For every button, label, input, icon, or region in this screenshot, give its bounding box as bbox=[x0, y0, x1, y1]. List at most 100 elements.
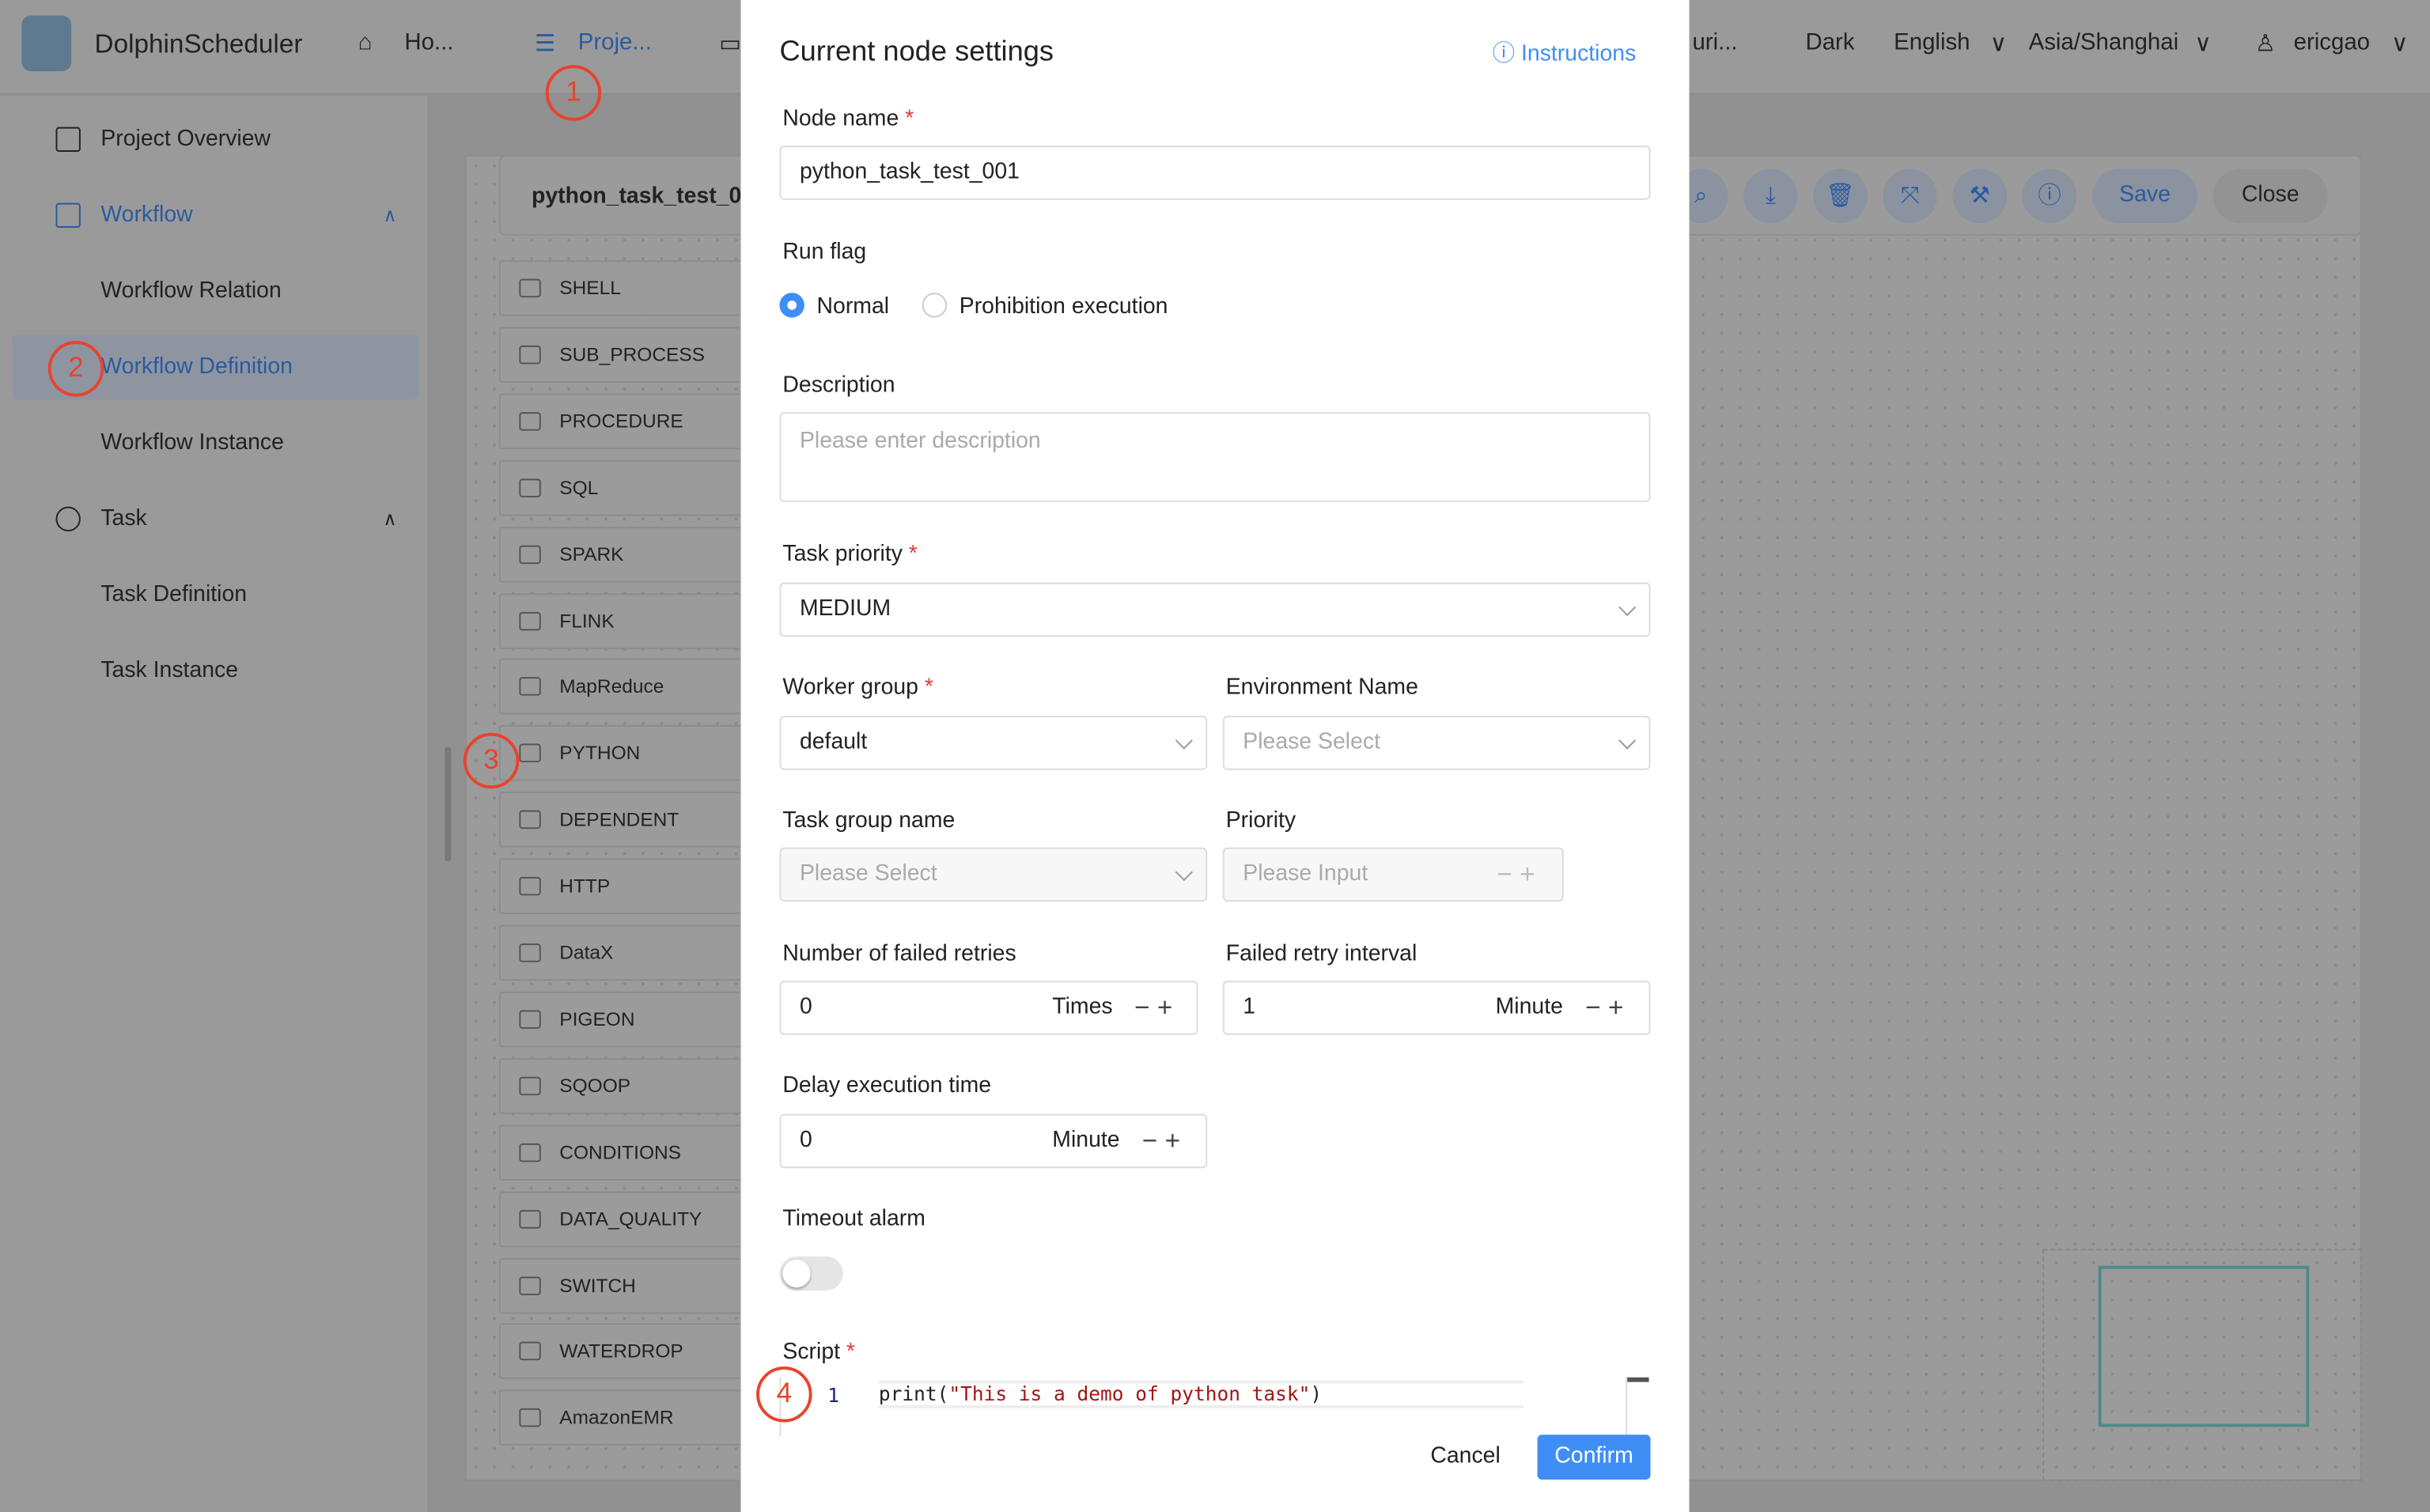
project-icon[interactable]: ☰ bbox=[535, 29, 555, 57]
retries-input[interactable]: 0 Times − + bbox=[779, 981, 1198, 1035]
task-type-icon bbox=[519, 943, 541, 962]
delay-input[interactable]: 0 Minute − + bbox=[779, 1113, 1208, 1169]
palette-item-procedure[interactable]: PROCEDURE bbox=[498, 393, 748, 449]
palette-item-waterdrop[interactable]: WATERDROP bbox=[498, 1323, 748, 1380]
radio-unchecked-icon bbox=[922, 293, 948, 318]
script-editor[interactable]: 1 print("This is a demo of python task") bbox=[779, 1377, 1650, 1437]
sidebar-item-project-overview[interactable]: Project Overview bbox=[13, 107, 418, 172]
task-type-icon bbox=[519, 1143, 541, 1162]
description-label: Description bbox=[782, 373, 895, 399]
palette-item-http[interactable]: HTTP bbox=[498, 858, 748, 915]
workflow-icon bbox=[55, 202, 81, 229]
minimap[interactable] bbox=[2042, 1249, 2362, 1481]
confirm-button[interactable]: Confirm bbox=[1537, 1435, 1651, 1480]
task-type-icon bbox=[519, 743, 541, 763]
priority-input[interactable]: Please Input − + bbox=[1222, 847, 1564, 902]
gear-icon bbox=[55, 506, 81, 532]
timezone-select[interactable]: Asia/Shanghai bbox=[2029, 29, 2179, 55]
task-type-icon bbox=[519, 1408, 541, 1428]
format-icon[interactable]: ⚒ bbox=[1952, 168, 2008, 224]
nav-project[interactable]: Proje... bbox=[578, 29, 652, 55]
close-button[interactable]: Close bbox=[2212, 168, 2328, 224]
language-select[interactable]: English bbox=[1894, 29, 1970, 55]
annotation-marker: 3 bbox=[463, 732, 520, 789]
chevron-down-icon[interactable]: ∨ bbox=[2391, 29, 2409, 57]
worker-group-select[interactable]: default bbox=[779, 716, 1208, 770]
download-icon[interactable]: ⤓ bbox=[1743, 168, 1798, 224]
scrollbar[interactable] bbox=[445, 747, 452, 862]
sidebar-item-workflow-instance[interactable]: Workflow Instance bbox=[13, 410, 418, 475]
environment-select[interactable]: Please Select bbox=[1222, 716, 1651, 770]
sidebar-item-workflow-relation[interactable]: Workflow Relation bbox=[13, 259, 418, 323]
radio-prohibition[interactable]: Prohibition execution bbox=[922, 293, 1168, 319]
user-menu[interactable]: ericgao bbox=[2294, 29, 2370, 55]
delete-icon[interactable]: 🗑 bbox=[1813, 168, 1868, 224]
palette-item-sqoop[interactable]: SQOOP bbox=[498, 1057, 748, 1114]
task-type-icon bbox=[519, 411, 541, 431]
sidebar-item-workflow[interactable]: Workflow ∧ bbox=[13, 183, 418, 248]
task-type-icon bbox=[519, 345, 541, 365]
palette-item-switch[interactable]: SWITCH bbox=[498, 1257, 748, 1314]
task-group-label: Task group name bbox=[782, 808, 956, 834]
task-priority-label: Task priority * bbox=[782, 542, 918, 568]
fullscreen-icon[interactable]: ⤧ bbox=[1883, 168, 1937, 224]
task-type-icon bbox=[519, 1010, 541, 1029]
folder-icon[interactable]: ▭ bbox=[719, 29, 741, 57]
task-type-icon bbox=[519, 1342, 541, 1361]
task-priority-select[interactable]: MEDIUM bbox=[779, 582, 1651, 637]
home-icon[interactable]: ⌂ bbox=[358, 29, 373, 55]
palette-item-datax[interactable]: DataX bbox=[498, 924, 748, 981]
description-textarea[interactable]: Please enter description bbox=[779, 412, 1651, 502]
palette-item-python[interactable]: PYTHON bbox=[498, 725, 748, 782]
palette-item-sub_process[interactable]: SUB_PROCESS bbox=[498, 327, 748, 383]
save-button[interactable]: Save bbox=[2091, 168, 2198, 224]
task-type-icon bbox=[519, 278, 541, 298]
environment-label: Environment Name bbox=[1225, 675, 1418, 701]
palette-item-pigeon[interactable]: PIGEON bbox=[498, 991, 748, 1048]
run-flag-label: Run flag bbox=[782, 240, 867, 266]
annotation-marker: 2 bbox=[47, 341, 104, 397]
palette-item-sql[interactable]: SQL bbox=[498, 459, 748, 516]
user-icon: ♙ bbox=[2254, 31, 2276, 58]
palette-item-shell[interactable]: SHELL bbox=[498, 260, 748, 316]
info-icon[interactable]: ⓘ bbox=[2022, 168, 2077, 224]
palette-item-conditions[interactable]: CONDITIONS bbox=[498, 1124, 748, 1181]
stepper-icon[interactable]: − + bbox=[1585, 982, 1623, 1034]
node-name-input[interactable]: python_task_test_001 bbox=[779, 146, 1651, 200]
task-type-icon bbox=[519, 1209, 541, 1228]
palette-item-mapreduce[interactable]: MapReduce bbox=[498, 659, 748, 715]
annotation-marker: 4 bbox=[756, 1366, 812, 1423]
sidebar-item-task[interactable]: Task ∧ bbox=[13, 486, 418, 551]
radio-normal[interactable]: Normal bbox=[779, 293, 889, 319]
chevron-down-icon[interactable]: ∨ bbox=[2194, 29, 2212, 57]
sidebar: Project Overview Workflow ∧ Workflow Rela… bbox=[0, 96, 430, 1512]
nav-home[interactable]: Ho... bbox=[404, 29, 453, 55]
task-group-select[interactable]: Please Select bbox=[779, 847, 1208, 902]
annotation-marker: 1 bbox=[545, 65, 602, 121]
palette-item-flink[interactable]: FLINK bbox=[498, 592, 748, 648]
cancel-button[interactable]: Cancel bbox=[1430, 1444, 1500, 1469]
palette-item-dependent[interactable]: DEPENDENT bbox=[498, 792, 748, 849]
sidebar-item-task-definition[interactable]: Task Definition bbox=[13, 562, 418, 627]
stepper-icon[interactable]: − + bbox=[1134, 982, 1172, 1034]
timeout-toggle[interactable] bbox=[779, 1256, 843, 1291]
task-type-icon bbox=[519, 811, 541, 830]
task-type-icon bbox=[519, 877, 541, 896]
chevron-down-icon[interactable]: ∨ bbox=[1990, 29, 2008, 57]
instructions-link[interactable]: ⓘ Instructions bbox=[1493, 36, 1637, 68]
palette-item-spark[interactable]: SPARK bbox=[498, 526, 748, 582]
sidebar-item-task-instance[interactable]: Task Instance bbox=[13, 638, 418, 703]
help-icon: ⓘ bbox=[1492, 41, 1522, 67]
retry-interval-label: Failed retry interval bbox=[1225, 942, 1418, 967]
task-palette: SHELL SUB_PROCESS PROCEDURE SQL SPARK FLINK Ma… bbox=[498, 260, 748, 1453]
stepper-icon[interactable]: − + bbox=[1497, 849, 1535, 901]
theme-toggle[interactable]: Dark bbox=[1805, 29, 1854, 55]
task-type-icon bbox=[519, 544, 541, 564]
palette-item-amazonemr[interactable]: AmazonEMR bbox=[498, 1389, 748, 1446]
delay-label: Delay execution time bbox=[782, 1073, 992, 1099]
stepper-icon[interactable]: − + bbox=[1142, 1116, 1180, 1167]
palette-item-data_quality[interactable]: DATA_QUALITY bbox=[498, 1190, 748, 1247]
retry-interval-input[interactable]: 1 Minute − + bbox=[1222, 981, 1651, 1035]
nav-resources[interactable]: uri... bbox=[1692, 29, 1737, 55]
workflow-name: python_task_test_0 bbox=[532, 184, 742, 210]
